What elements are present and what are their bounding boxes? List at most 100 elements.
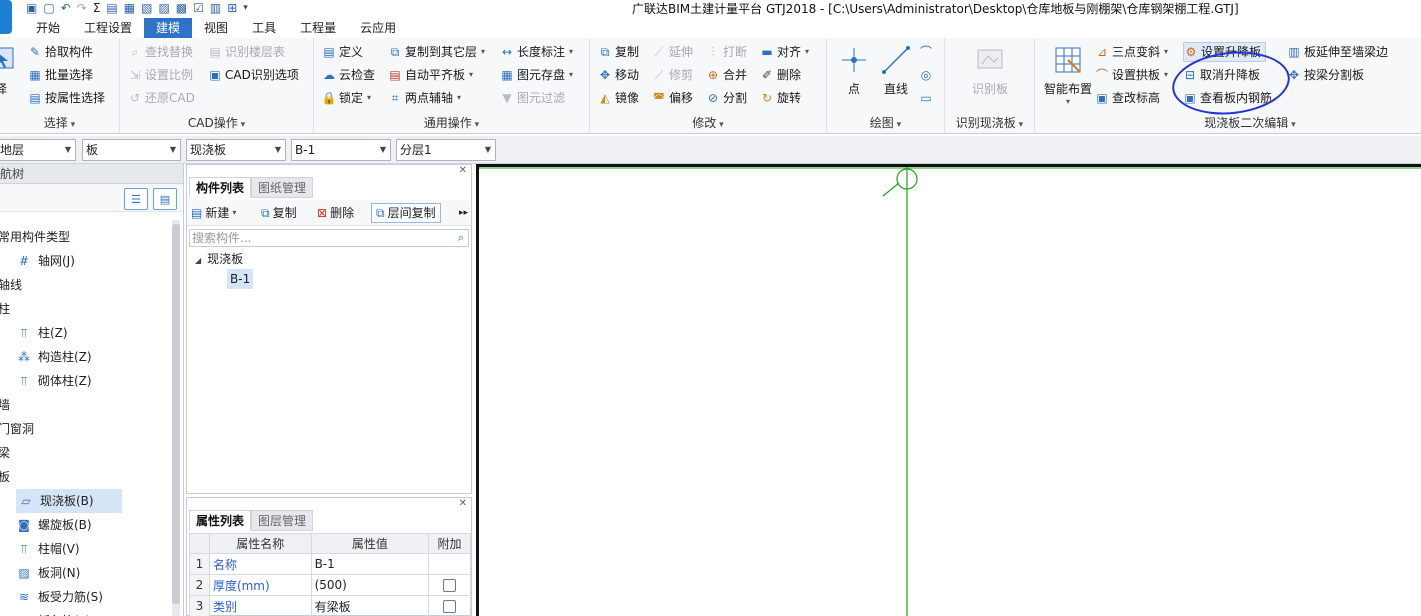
extend-slab-to-wall-button[interactable]: ▥ 板延伸至墙梁边	[1287, 42, 1388, 62]
tree-item[interactable]: ≋ 板受力筋(S)	[16, 585, 103, 609]
tree-item[interactable]: 板	[0, 465, 10, 489]
tree-item[interactable]: # 轴网(J)	[16, 249, 75, 273]
tree-item[interactable]: ▨ 板洞(N)	[16, 561, 80, 585]
split-slab-by-beam-button[interactable]: ✥ 按梁分割板	[1287, 65, 1364, 85]
check-icon[interactable]: ☑	[193, 1, 204, 15]
grid-icon[interactable]: ▩	[176, 1, 187, 15]
draw-rect-button[interactable]: ▭	[919, 88, 933, 108]
property-value[interactable]: (500)	[310, 574, 430, 596]
tree-item[interactable]: 常用构件类型	[0, 225, 70, 249]
sublayer-select[interactable]: 分层1 ▼	[396, 139, 496, 161]
layers-icon[interactable]: ▥	[210, 1, 221, 15]
tree-item[interactable]: 墙	[0, 393, 10, 417]
floor-select[interactable]: 地层 ▼	[0, 139, 76, 161]
tab-modeling[interactable]: 建模	[144, 18, 193, 38]
sum-icon[interactable]: Σ	[93, 1, 101, 15]
copy-button[interactable]: ⧉ 复制	[598, 42, 639, 62]
add-icon[interactable]: ⊞	[227, 1, 237, 15]
tab-start[interactable]: 开始	[24, 18, 72, 38]
select-big-button[interactable]: 择	[0, 42, 16, 106]
tab-component-list[interactable]: 构件列表	[189, 177, 252, 198]
define-button[interactable]: ▤ 定义	[322, 42, 363, 62]
offset-button[interactable]: ◚ 偏移	[652, 88, 693, 108]
drawing-canvas[interactable]	[476, 164, 1421, 616]
mirror-button[interactable]: ◭ 镜像	[598, 88, 639, 108]
find-replace-button[interactable]: ⌕ 查找替换	[128, 42, 193, 62]
tree-item[interactable]: ▱ 现浇板(B)	[16, 489, 122, 513]
tab-drawing-management[interactable]: 图纸管理	[251, 177, 314, 198]
auto-level-slab-button[interactable]: ▤ 自动平齐板 ▾	[388, 65, 473, 85]
report-icon[interactable]: ▧	[141, 1, 152, 15]
cancel-raise-lower-slab-button[interactable]: ⊟ 取消升降板	[1183, 65, 1260, 85]
smart-layout-button[interactable]: 智能布置 ▾	[1041, 42, 1095, 106]
copy-component-button[interactable]: ⧉ 复制	[261, 203, 297, 223]
table-icon[interactable]: ▦	[124, 1, 135, 15]
set-scale-button[interactable]: ⇲ 设置比例	[128, 65, 193, 85]
delete-button[interactable]: ✐ 删除	[760, 65, 801, 85]
redo-icon[interactable]: ↷	[77, 1, 87, 15]
view-icon[interactable]: ▨	[158, 1, 169, 15]
view-slab-rebar-button[interactable]: ▣ 查看板内钢筋	[1183, 88, 1272, 108]
merge-button[interactable]: ⊕ 合并	[706, 65, 747, 85]
group-draw-title[interactable]: 绘图	[827, 114, 944, 131]
set-arch-slab-button[interactable]: ⌒ 设置拱板 ▾	[1095, 65, 1168, 85]
tree-item[interactable]: ⫪ 柱(Z)	[16, 321, 68, 345]
property-value[interactable]: B-1	[310, 553, 430, 575]
property-row[interactable]: 2 厚度(mm) (500)	[189, 574, 471, 596]
rotate-button[interactable]: ↻ 旋转	[760, 88, 801, 108]
length-mark-button[interactable]: ↔ 长度标注 ▾	[500, 42, 573, 62]
draw-point-button[interactable]: 点	[831, 42, 877, 106]
save-icon[interactable]: ▣	[26, 1, 37, 15]
element-filter-button[interactable]: ▼ 图元过滤	[500, 88, 565, 108]
component-select[interactable]: B-1 ▼	[291, 139, 391, 161]
qat-more-icon[interactable]: ▾	[243, 3, 248, 13]
list-view-button[interactable]: ☰	[124, 188, 148, 210]
trim-button[interactable]: ⟋ 修剪	[652, 65, 693, 85]
tab-property-list[interactable]: 属性列表	[189, 510, 252, 531]
undo-icon[interactable]: ↶	[61, 1, 71, 15]
new-component-button[interactable]: ▤ 新建 ▾	[191, 203, 236, 223]
category-select[interactable]: 板 ▼	[82, 139, 181, 161]
tree-item[interactable]: ⊞板负筋(F)	[16, 609, 90, 616]
tab-cloud[interactable]: 云应用	[348, 18, 408, 38]
tree-item[interactable]: ⫪ 砌体柱(Z)	[16, 369, 92, 393]
component-type-select[interactable]: 现浇板 ▼	[186, 139, 286, 161]
delete-component-button[interactable]: ⊠ 删除	[317, 203, 354, 223]
group-modify-title[interactable]: 修改	[590, 114, 826, 131]
property-row[interactable]: 1 名称 B-1	[189, 553, 471, 575]
close-icon[interactable]: ✕	[459, 498, 467, 509]
group-cad-title[interactable]: CAD操作	[120, 114, 313, 131]
component-tree-root[interactable]: ◢ 现浇板	[195, 249, 243, 271]
align-button[interactable]: ▬ 对齐 ▾	[760, 42, 809, 62]
tree-item[interactable]: 梁	[0, 441, 10, 465]
component-search-input[interactable]: 搜索构件... ⌕	[189, 229, 469, 247]
tree-scrollbar-thumb[interactable]	[172, 224, 180, 604]
break-button[interactable]: ⫶ 打断	[706, 42, 747, 62]
tab-tools[interactable]: 工具	[240, 18, 288, 38]
select-by-attribute-button[interactable]: ▤ 按属性选择	[28, 88, 105, 108]
tree-item[interactable]: 轴线	[0, 273, 22, 297]
group-general-title[interactable]: 通用操作	[314, 114, 589, 131]
draw-arc-button[interactable]: ⌒	[919, 42, 933, 62]
group-select-title[interactable]: 选择	[0, 114, 119, 131]
attach-checkbox[interactable]	[443, 579, 457, 592]
property-value[interactable]: 有梁板	[310, 595, 430, 616]
recognize-floor-table-button[interactable]: ▤ 识别楼层表	[208, 42, 285, 62]
tab-view[interactable]: 视图	[192, 18, 240, 38]
two-point-axis-button[interactable]: ⌗ 两点辅轴 ▾	[388, 88, 461, 108]
tab-layer-management[interactable]: 图层管理	[251, 510, 314, 531]
search-icon[interactable]: ⌕	[458, 230, 464, 246]
attach-checkbox[interactable]	[443, 600, 457, 613]
panel-view-button[interactable]: ▤	[153, 188, 177, 210]
layer-copy-button[interactable]: ⧉ 层间复制	[371, 203, 441, 223]
cad-recognize-options-button[interactable]: ▣ CAD识别选项	[208, 65, 299, 85]
batch-select-button[interactable]: ▦ 批量选择	[28, 65, 93, 85]
lock-button[interactable]: 🔒 锁定 ▾	[322, 88, 372, 108]
cloud-check-button[interactable]: ☁ 云检查	[322, 65, 375, 85]
save-element-button[interactable]: ▦ 图元存盘 ▾	[500, 65, 573, 85]
set-raise-lower-slab-button[interactable]: ⚙ 设置升降板	[1183, 42, 1267, 62]
copy-to-other-floor-button[interactable]: ⧉ 复制到其它层 ▾	[388, 42, 485, 62]
tab-project-settings[interactable]: 工程设置	[72, 18, 144, 38]
collapse-triangle-icon[interactable]: ◢	[195, 256, 201, 265]
recognize-slab-button[interactable]: 识别板	[953, 42, 1027, 106]
